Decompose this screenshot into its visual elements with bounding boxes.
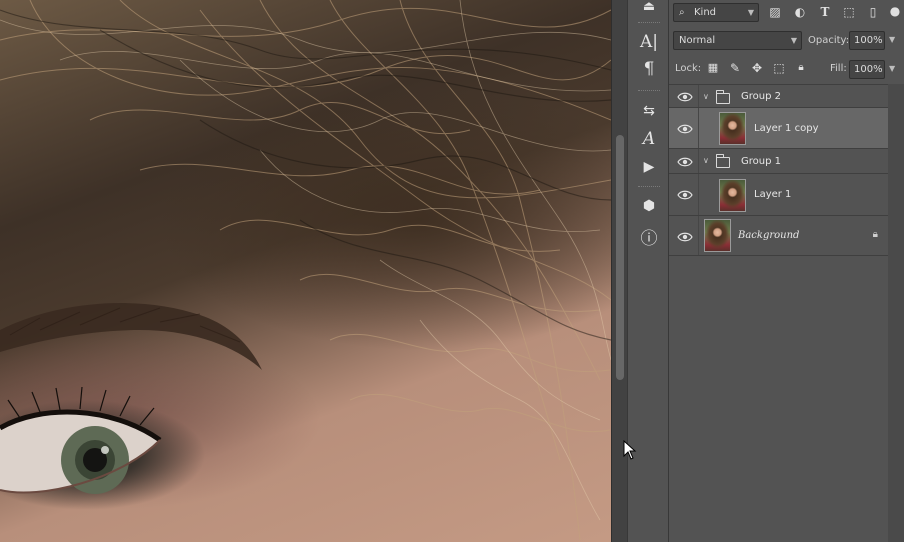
filter-shape-icon[interactable]: ⬚ — [841, 4, 857, 20]
layer-row-group-2[interactable]: ∨ Group 2 — [669, 84, 888, 108]
opacity-label: Opacity: — [808, 35, 850, 46]
fill-chevron-icon[interactable]: ▼ — [889, 64, 895, 73]
layer-name: Layer 1 copy — [754, 123, 819, 134]
layer-row-layer-1-copy[interactable]: Layer 1 copy — [669, 108, 888, 149]
layer-row-group-1[interactable]: ∨ Group 1 — [669, 149, 888, 174]
actions-panel-icon[interactable]: ▶ — [636, 155, 662, 179]
lock-label: Lock: — [675, 63, 702, 74]
filter-toggle-icon[interactable]: ● — [887, 3, 903, 19]
photo-artwork — [0, 0, 611, 541]
chevron-down-icon: ▼ — [747, 8, 754, 17]
opacity-field[interactable]: 100% — [849, 31, 885, 50]
layer-thumbnail — [719, 179, 746, 212]
eye-icon[interactable] — [677, 189, 693, 201]
document-canvas[interactable] — [0, 0, 611, 542]
layer-row-layer-1[interactable]: Layer 1 — [669, 174, 888, 216]
tool-strip-grip — [638, 22, 660, 24]
folder-icon — [716, 90, 730, 104]
folder-icon — [716, 154, 730, 168]
canvas-scroll-thumb[interactable] — [616, 135, 624, 380]
tool-strip-grip — [638, 186, 660, 188]
fill-value: 100% — [854, 64, 883, 75]
lock-image-pixels-icon[interactable]: ✎ — [727, 60, 743, 76]
chevron-down-icon[interactable]: ∨ — [703, 92, 709, 101]
eye-icon[interactable] — [677, 156, 693, 168]
layer-thumbnail — [719, 112, 746, 145]
blend-mode-select[interactable]: Normal ▼ — [673, 31, 802, 50]
layer-thumbnail — [704, 219, 731, 252]
layer-row-background[interactable]: Background 🔒︎ — [669, 216, 888, 256]
glyphs-panel-icon[interactable]: A — [636, 127, 662, 151]
lock-all-icon[interactable]: 🔒︎ — [793, 60, 809, 76]
opacity-value: 100% — [854, 35, 883, 46]
fill-field[interactable]: 100% — [849, 60, 885, 79]
info-panel-icon[interactable]: ⓘ — [636, 224, 662, 249]
layer-name: Background — [738, 230, 800, 241]
opacity-chevron-icon[interactable]: ▼ — [889, 35, 895, 44]
filter-smart-object-icon[interactable]: ▯ — [865, 4, 881, 20]
character-panel-icon[interactable]: A| — [636, 30, 662, 54]
filter-type-icon[interactable]: T — [817, 4, 833, 20]
layer-filter-kind-select[interactable]: ⌕ Kind ▼ — [673, 3, 759, 22]
fill-label: Fill: — [830, 63, 847, 74]
search-icon: ⌕ — [679, 7, 685, 18]
filter-pixel-icon[interactable]: ▨ — [767, 4, 783, 20]
filter-kind-label: Kind — [694, 7, 717, 18]
history-panel-icon[interactable]: ⇆ — [636, 99, 662, 123]
panel-tool-strip: ⏏ A| ¶ ⇆ A ▶ ⬢ ⓘ — [627, 0, 669, 542]
lock-icon: 🔒︎ — [872, 229, 878, 240]
lock-artboard-icon[interactable]: ⬚ — [771, 60, 787, 76]
blend-mode-value: Normal — [679, 35, 716, 46]
layers-panel: ⌕ Kind ▼ ▨ ◐ T ⬚ ▯ ● Normal ▼ Opacity: 1… — [669, 0, 904, 542]
layers-panel-scrollbar[interactable] — [888, 84, 904, 542]
layer-name: Group 2 — [741, 91, 781, 102]
layer-name: Layer 1 — [754, 189, 792, 200]
lock-position-icon[interactable]: ✥ — [749, 60, 765, 76]
filter-adjustment-icon[interactable]: ◐ — [792, 4, 808, 20]
tool-strip-grip — [638, 90, 660, 92]
canvas-scrollbar[interactable] — [611, 0, 627, 542]
eye-icon[interactable] — [677, 231, 693, 243]
eye-icon[interactable] — [677, 123, 693, 135]
stamp-icon[interactable]: ⏏ — [636, 0, 662, 18]
layer-name: Group 1 — [741, 156, 781, 167]
chevron-down-icon[interactable]: ∨ — [703, 156, 709, 165]
lock-transparent-pixels-icon[interactable]: ▦ — [705, 60, 721, 76]
paragraph-panel-icon[interactable]: ¶ — [636, 57, 662, 81]
chevron-down-icon: ▼ — [790, 36, 797, 45]
properties-panel-icon[interactable]: ⬢ — [636, 194, 662, 218]
eye-icon[interactable] — [677, 91, 693, 103]
mouse-cursor-icon — [623, 440, 637, 460]
